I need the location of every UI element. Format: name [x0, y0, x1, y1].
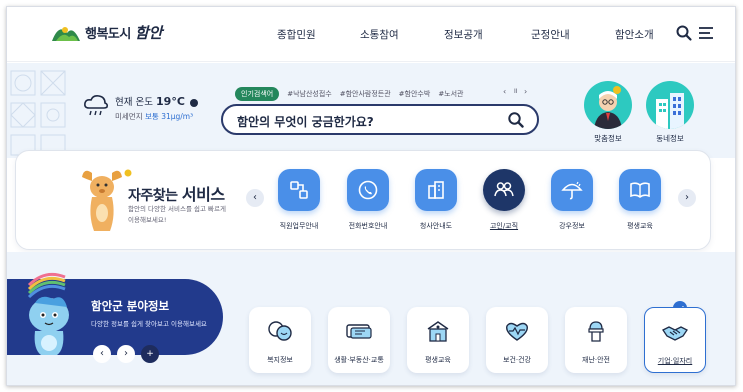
- dust-label: 미세먼지: [115, 112, 143, 121]
- service-phone-directory[interactable]: 전화번호안내: [338, 169, 398, 231]
- cloud-rain-icon: [84, 95, 109, 116]
- dust-value: 31μg/m³: [161, 112, 194, 121]
- frequent-services-panel: 자주찾는 서비스 함안의 다양한 서비스를 쉽고 빠르게 이용해보세요! ‹ ›…: [15, 150, 711, 250]
- category-label: 복지정보: [267, 356, 293, 364]
- service-jobs[interactable]: 고인/교직: [474, 169, 534, 231]
- weather-text: 현재 온도 19°C 미세먼지 보통 31μg/m³: [115, 94, 198, 122]
- category-jobs[interactable]: 기업·일자리: [644, 307, 706, 373]
- services-title-b: 서비스: [181, 185, 225, 204]
- services-next-button[interactable]: ›: [678, 189, 696, 207]
- dust-status: 보통: [145, 112, 159, 121]
- umbrella-icon: [551, 169, 593, 211]
- person-avatar-icon: [584, 81, 632, 129]
- services-prev-button[interactable]: ‹: [246, 189, 264, 207]
- category-label: 기업·일자리: [657, 357, 693, 365]
- popular-keywords: 인기검색어 #낙남산성접수 #함안사람정든관 #함안수박 #노서관: [235, 87, 464, 101]
- header: 행복도시 함안 종합민원 소통참여 정보공개 군정안내 함안소개: [7, 7, 735, 62]
- nav-item-disclosure[interactable]: 정보공개: [444, 27, 483, 42]
- hero-pattern-decoration: [10, 70, 66, 156]
- sector-description: 다양한 정보를 쉽게 찾아보고 이용해보세요: [91, 320, 207, 328]
- services-title: 자주찾는 서비스: [128, 181, 225, 205]
- buildings-icon: [646, 81, 694, 129]
- category-welfare[interactable]: 복지정보: [249, 307, 311, 373]
- keyword-link[interactable]: #함안수박: [399, 89, 431, 99]
- quick-link-neighborhood[interactable]: 동네정보: [645, 81, 695, 144]
- nav-item-about[interactable]: 함안소개: [615, 27, 654, 42]
- handshake-icon: [662, 326, 688, 341]
- hero-section: 현재 온도 19°C 미세먼지 보통 31μg/m³ 인기검색어 #낙남산성접수…: [7, 63, 735, 158]
- info-icon[interactable]: [189, 98, 198, 107]
- keyword-link[interactable]: #낙남산성접수: [287, 89, 332, 99]
- building-icon: [415, 169, 457, 211]
- temp-value: 19°C: [156, 95, 185, 108]
- services-description: 함안의 다양한 서비스를 쉽고 빠르게 이용해보세요!: [128, 205, 226, 224]
- category-safety[interactable]: 재난·안전: [565, 307, 627, 373]
- dust-line: 미세먼지 보통 31μg/m³: [115, 111, 198, 122]
- search-icon[interactable]: [675, 24, 693, 42]
- ticket-icon: [346, 324, 372, 339]
- service-building-map[interactable]: 청사안내도: [406, 169, 466, 231]
- services-title-a: 자주찾는: [128, 188, 178, 204]
- keyword-link[interactable]: #노서관: [438, 89, 463, 99]
- sector-prev-button[interactable]: ‹: [93, 345, 111, 363]
- keyword-prev-button[interactable]: ‹: [503, 87, 506, 96]
- temp-label: 현재 온도: [115, 97, 153, 108]
- category-label: 보건·건강: [503, 356, 531, 364]
- sector-title: 함안군 분야정보: [91, 299, 170, 313]
- category-living[interactable]: 생활·부동산·교통: [328, 307, 390, 373]
- sector-next-button[interactable]: ›: [117, 345, 135, 363]
- menu-icon[interactable]: [697, 24, 715, 42]
- service-label: 강우정보: [559, 222, 585, 230]
- deer-mascot-icon: [82, 169, 132, 231]
- service-lifelong-education[interactable]: 평생교육: [610, 169, 670, 231]
- category-education[interactable]: 평생교육: [407, 307, 469, 373]
- main-nav: 종합민원 소통참여 정보공개 군정안내 함안소개: [7, 27, 735, 47]
- keyword-pause-button[interactable]: II: [514, 88, 518, 95]
- mascot-character-icon: [27, 272, 69, 355]
- keyword-link[interactable]: #함안사람정든관: [340, 89, 391, 99]
- popular-keyword-badge: 인기검색어: [235, 87, 280, 101]
- school-icon: [427, 321, 449, 342]
- nav-item-admin[interactable]: 군정안내: [531, 27, 570, 42]
- category-label: 생활·부동산·교통: [334, 356, 384, 364]
- quick-link-custom-info[interactable]: 맞춤정보: [583, 81, 633, 144]
- service-label: 전화번호안내: [348, 222, 388, 230]
- welfare-icon: [268, 321, 292, 341]
- category-health[interactable]: 보건·건강: [486, 307, 548, 373]
- service-label: 청사안내도: [419, 222, 453, 230]
- quick-link-label: 동네정보: [656, 134, 684, 143]
- nav-item-civil[interactable]: 종합민원: [277, 27, 316, 42]
- sector-more-button[interactable]: +: [141, 345, 159, 363]
- service-rainfall[interactable]: 강우정보: [542, 169, 602, 231]
- search-button-icon[interactable]: [507, 111, 525, 129]
- weather-widget: 현재 온도 19°C 미세먼지 보통 31μg/m³: [83, 94, 198, 122]
- org-chart-icon: [278, 169, 320, 211]
- category-label: 평생교육: [425, 356, 451, 364]
- temperature-line: 현재 온도 19°C: [115, 94, 198, 108]
- phone-icon: [347, 169, 389, 211]
- keyword-next-button[interactable]: ›: [524, 87, 527, 96]
- quick-link-label: 맞춤정보: [594, 134, 622, 143]
- page-frame: 행복도시 함안 종합민원 소통참여 정보공개 군정안내 함안소개 현재 온도 1…: [6, 6, 736, 386]
- heart-icon: [506, 322, 528, 341]
- people-icon: [483, 169, 525, 211]
- category-label: 재난·안전: [582, 356, 610, 364]
- service-label: 평생교육: [627, 222, 653, 230]
- safety-icon: [588, 321, 604, 342]
- service-label: 고인/교직: [489, 222, 519, 230]
- search-placeholder: 함안의 무엇이 궁금한가요?: [237, 115, 374, 129]
- service-staff-directory[interactable]: 직원업무안내: [269, 169, 329, 231]
- book-icon: [619, 169, 661, 211]
- search-input[interactable]: 함안의 무엇이 궁금한가요?: [221, 104, 539, 135]
- nav-item-participation[interactable]: 소통참여: [360, 27, 399, 42]
- service-label: 직원업무안내: [279, 222, 319, 230]
